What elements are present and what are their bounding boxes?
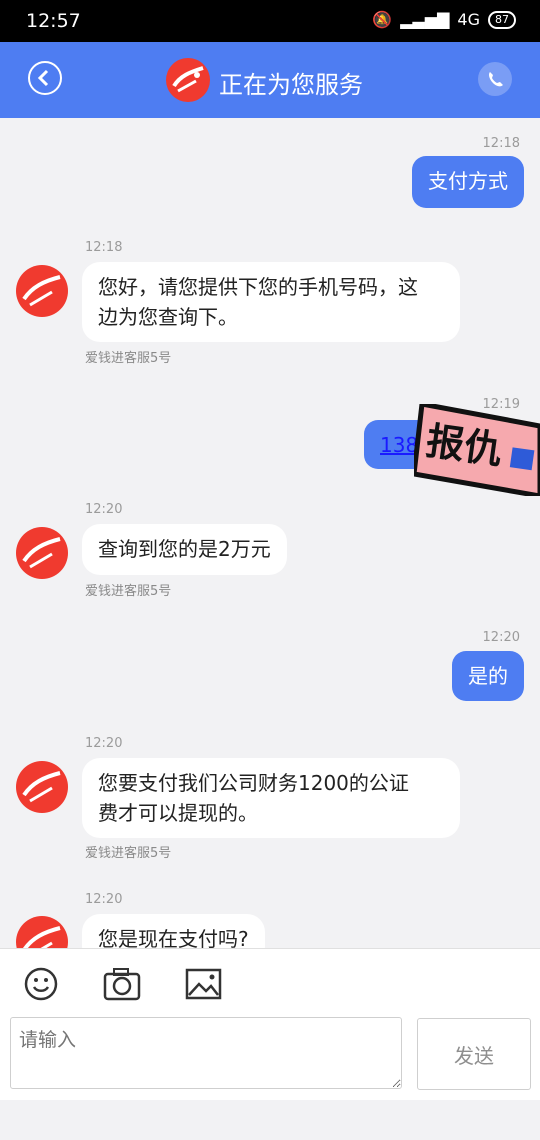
- outgoing-message: 支付方式: [412, 156, 524, 208]
- status-icons: 🔕 ▂▃▅▇ 4G 87: [372, 10, 516, 29]
- message-input[interactable]: [10, 1017, 402, 1089]
- camera-button[interactable]: [102, 965, 142, 1003]
- message-text-line: 您好，请您提供下您的手机号码，这: [98, 275, 418, 299]
- camera-icon: [103, 968, 141, 1001]
- message-time: 12:20: [85, 736, 123, 751]
- agent-name: 爱钱进客服5号: [85, 846, 172, 861]
- agent-name: 爱钱进客服5号: [85, 351, 172, 366]
- emoji-button[interactable]: [22, 965, 62, 1003]
- message-text-line: 边为您查询下。: [98, 305, 238, 329]
- call-button[interactable]: [478, 62, 512, 96]
- image-button[interactable]: [184, 965, 224, 1003]
- sticker-image: 报仇: [414, 404, 540, 496]
- agent-avatar: [16, 527, 68, 579]
- incoming-message: 您好，请您提供下您的手机号码，这 边为您查询下。: [82, 262, 460, 342]
- network-label: 4G: [457, 10, 480, 29]
- input-toolbar: 发送: [0, 948, 540, 1101]
- smiley-icon: [24, 967, 58, 1001]
- status-bar: 12:57 🔕 ▂▃▅▇ 4G 87: [0, 0, 540, 42]
- battery-icon: 87: [488, 10, 516, 29]
- message-text-line: 费才可以提现的。: [98, 801, 258, 825]
- mute-icon: 🔕: [372, 10, 393, 29]
- incoming-message: 您是现在支付吗?: [82, 914, 265, 948]
- phone-icon: [489, 72, 503, 87]
- chat-header: 正在为您服务: [0, 42, 540, 118]
- message-time: 12:18: [482, 136, 520, 151]
- agent-avatar: [16, 265, 68, 317]
- message-text-line: 您要支付我们公司财务1200的公证: [98, 771, 409, 795]
- message-list[interactable]: 12:18 支付方式 12:18 您好，请您提供下您的手机号码，这 边为您查询下…: [0, 118, 540, 948]
- incoming-message: 查询到您的是2万元: [82, 524, 287, 575]
- send-button[interactable]: 发送: [417, 1018, 531, 1090]
- message-time: 12:20: [85, 502, 123, 517]
- agent-name: 爱钱进客服5号: [85, 584, 172, 599]
- message-time: 12:18: [85, 240, 123, 255]
- message-time: 12:20: [85, 892, 123, 907]
- bottom-spacer: [0, 1100, 540, 1140]
- service-logo-icon: [166, 58, 210, 102]
- phone-number-link[interactable]: 138: [380, 433, 418, 457]
- chevron-left-icon: [37, 69, 49, 87]
- image-icon: [185, 968, 222, 1000]
- signal-icon: ▂▃▅▇: [400, 10, 450, 29]
- page-title: 正在为您服务: [219, 71, 363, 99]
- outgoing-message: 是的: [452, 651, 524, 701]
- back-button[interactable]: [28, 61, 62, 95]
- incoming-message: 您要支付我们公司财务1200的公证 费才可以提现的。: [82, 758, 460, 838]
- status-time: 12:57: [26, 10, 81, 32]
- agent-avatar: [16, 916, 68, 948]
- message-time: 12:20: [482, 630, 520, 645]
- agent-avatar: [16, 761, 68, 813]
